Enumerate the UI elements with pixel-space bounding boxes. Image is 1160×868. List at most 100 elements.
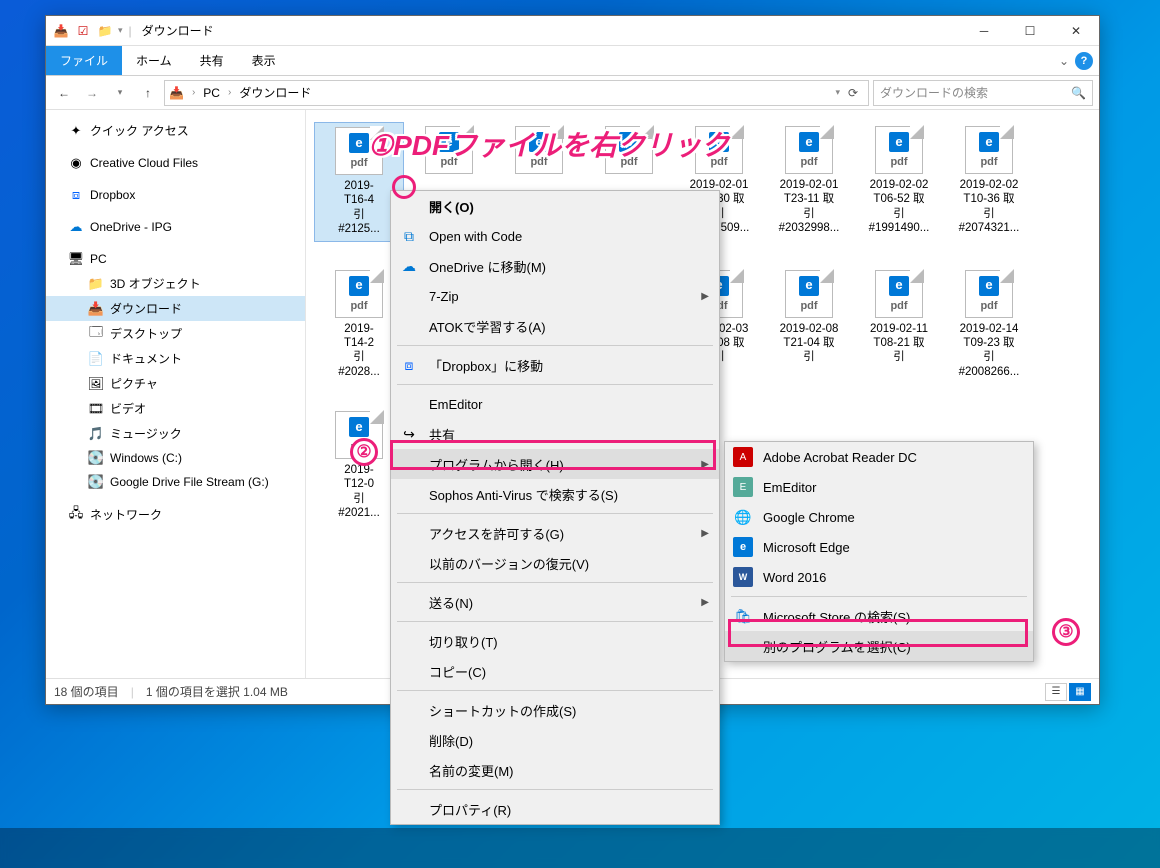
recent-dropdown[interactable]: ▾ — [108, 81, 132, 105]
file-name-line: 2019- — [344, 179, 373, 193]
file-item[interactable]: epdf 2019-02-14T09-23 取引#2008266... — [944, 266, 1034, 384]
cm-dropbox-move[interactable]: ⧈「Dropbox」に移動 — [391, 350, 719, 380]
sidebar-pictures[interactable]: 🖼ピクチャ — [46, 371, 305, 396]
breadcrumb[interactable]: 📥 › PC › ダウンロード ▾ ⟳ — [164, 80, 869, 106]
sidebar-documents[interactable]: 📄ドキュメント — [46, 346, 305, 371]
sidebar-cdrive[interactable]: 💽Windows (C:) — [46, 446, 305, 470]
file-name-line: T23-11 取 — [784, 192, 834, 206]
file-item[interactable]: epdf 2019-02-11T08-21 取引 — [854, 266, 944, 384]
file-name-line: 引 — [893, 207, 905, 221]
view-details-button[interactable]: ☰ — [1045, 683, 1067, 701]
tab-home[interactable]: ホーム — [122, 46, 186, 75]
sm-chrome[interactable]: 🌐Google Chrome — [725, 502, 1033, 532]
address-bar: ← → ▾ ↑ 📥 › PC › ダウンロード ▾ ⟳ ダウンロードの検索 🔍 — [46, 76, 1099, 110]
taskbar[interactable] — [0, 828, 1160, 868]
file-item[interactable]: epdf 2019-02-01T23-11 取引#2032998... — [764, 122, 854, 242]
folder-icon: 📁 — [88, 276, 104, 292]
cm-7zip[interactable]: 7-Zip▶ — [391, 281, 719, 311]
documents-icon: 📄 — [88, 351, 104, 367]
ribbon-chevron-icon[interactable]: ⌄ — [1059, 54, 1069, 68]
qat-dropdown[interactable]: ▾ — [118, 25, 123, 36]
drive-icon: 💽 — [88, 450, 104, 466]
file-name-line: 2019-02-14 — [960, 322, 1019, 336]
cm-open-with[interactable]: プログラムから開く(H)▶ — [391, 449, 719, 479]
sm-choose-another[interactable]: 別のプログラムを選択(C) — [725, 631, 1033, 661]
help-icon[interactable]: ? — [1075, 52, 1093, 70]
chevron-right-icon: › — [190, 87, 197, 98]
pdf-file-icon: epdf — [875, 270, 923, 318]
sidebar-ccf[interactable]: ◉Creative Cloud Files — [46, 151, 305, 175]
cm-shortcut[interactable]: ショートカットの作成(S) — [391, 695, 719, 725]
cm-copy[interactable]: コピー(C) — [391, 656, 719, 686]
sm-edge[interactable]: eMicrosoft Edge — [725, 532, 1033, 562]
search-input[interactable]: ダウンロードの検索 🔍 — [873, 80, 1093, 106]
sidebar-quick-access[interactable]: ✦クイック アクセス — [46, 118, 305, 143]
cm-access[interactable]: アクセスを許可する(G)▶ — [391, 518, 719, 548]
breadcrumb-dropdown[interactable]: ▾ — [835, 87, 840, 98]
network-icon: 🖧 — [68, 507, 84, 523]
cm-open-with-code[interactable]: ⧉Open with Code — [391, 221, 719, 251]
emeditor-icon: E — [733, 477, 753, 497]
refresh-icon[interactable]: ⟳ — [842, 82, 864, 104]
tab-view[interactable]: 表示 — [238, 46, 290, 75]
file-item[interactable]: epdf 2019-02-02T10-36 取引#2074321... — [944, 122, 1034, 242]
cm-onedrive-move[interactable]: ☁OneDrive に移動(M) — [391, 251, 719, 281]
file-name-line: 引 — [353, 350, 365, 364]
annotation-step1: ①PDFファイルを右クリック — [368, 124, 729, 164]
tab-file[interactable]: ファイル — [46, 46, 122, 75]
sm-store[interactable]: 🛍Microsoft Store の検索(S) — [725, 601, 1033, 631]
tab-share[interactable]: 共有 — [186, 46, 238, 75]
cm-emeditor[interactable]: EmEditor — [391, 389, 719, 419]
music-icon: 🎵 — [88, 426, 104, 442]
sidebar-3d[interactable]: 📁3D オブジェクト — [46, 271, 305, 296]
file-name-line: 2019-02-01 — [780, 178, 839, 192]
folder-icon: 📥 — [52, 22, 70, 40]
file-item[interactable]: epdf 2019-02-08T21-04 取引 — [764, 266, 854, 384]
file-name-line: 引 — [353, 492, 365, 506]
sidebar-onedrive[interactable]: ☁OneDrive - IPG — [46, 215, 305, 239]
cm-sophos[interactable]: Sophos Anti-Virus で検索する(S) — [391, 479, 719, 509]
sidebar-videos[interactable]: 🎞ビデオ — [46, 396, 305, 421]
forward-button[interactable]: → — [80, 81, 104, 105]
minimize-button[interactable]: ─ — [961, 16, 1007, 46]
sidebar-downloads[interactable]: 📥ダウンロード — [46, 296, 305, 321]
cm-properties[interactable]: プロパティ(R) — [391, 794, 719, 824]
back-button[interactable]: ← — [52, 81, 76, 105]
store-icon: 🛍 — [733, 606, 753, 626]
sm-word[interactable]: WWord 2016 — [725, 562, 1033, 592]
file-name-line: 2019-02-08 — [780, 322, 839, 336]
dropbox-icon: ⧈ — [68, 187, 84, 203]
folder-small-icon: 📁 — [96, 22, 114, 40]
cm-share[interactable]: ↪共有 — [391, 419, 719, 449]
file-name-line: T16-4 — [344, 193, 374, 207]
titlebar: 📥 ☑ 📁 ▾ | ダウンロード ─ ☐ ✕ — [46, 16, 1099, 46]
cm-cut[interactable]: 切り取り(T) — [391, 626, 719, 656]
file-item[interactable]: epdf 2019-02-02T06-52 取引#1991490... — [854, 122, 944, 242]
check-icon[interactable]: ☑ — [74, 22, 92, 40]
status-count: 18 個の項目 — [54, 683, 119, 700]
cm-open[interactable]: 開く(O) — [391, 191, 719, 221]
crumb-pc[interactable]: PC — [199, 86, 224, 100]
file-name-line: #2028... — [338, 365, 380, 379]
sm-adobe[interactable]: AAdobe Acrobat Reader DC — [725, 442, 1033, 472]
sidebar-music[interactable]: 🎵ミュージック — [46, 421, 305, 446]
view-icons-button[interactable]: ▦ — [1069, 683, 1091, 701]
sm-emeditor[interactable]: EEmEditor — [725, 472, 1033, 502]
sidebar-pc[interactable]: 🖥PC — [46, 247, 305, 271]
cm-delete[interactable]: 削除(D) — [391, 725, 719, 755]
maximize-button[interactable]: ☐ — [1007, 16, 1053, 46]
crumb-downloads[interactable]: ダウンロード — [235, 84, 315, 101]
file-name-line: #2032998... — [779, 221, 840, 235]
sidebar-gdrive[interactable]: 💽Google Drive File Stream (G:) — [46, 470, 305, 494]
cm-rename[interactable]: 名前の変更(M) — [391, 755, 719, 785]
close-button[interactable]: ✕ — [1053, 16, 1099, 46]
breadcrumb-folder-icon: 📥 — [169, 86, 184, 100]
sidebar-network[interactable]: 🖧ネットワーク — [46, 502, 305, 527]
up-button[interactable]: ↑ — [136, 81, 160, 105]
sidebar-dropbox[interactable]: ⧈Dropbox — [46, 183, 305, 207]
file-name-line: T12-0 — [344, 477, 374, 491]
cm-send-to[interactable]: 送る(N)▶ — [391, 587, 719, 617]
cm-atok[interactable]: ATOKで学習する(A) — [391, 311, 719, 341]
cm-prev-version[interactable]: 以前のバージョンの復元(V) — [391, 548, 719, 578]
sidebar-desktop[interactable]: 🗔デスクトップ — [46, 321, 305, 346]
